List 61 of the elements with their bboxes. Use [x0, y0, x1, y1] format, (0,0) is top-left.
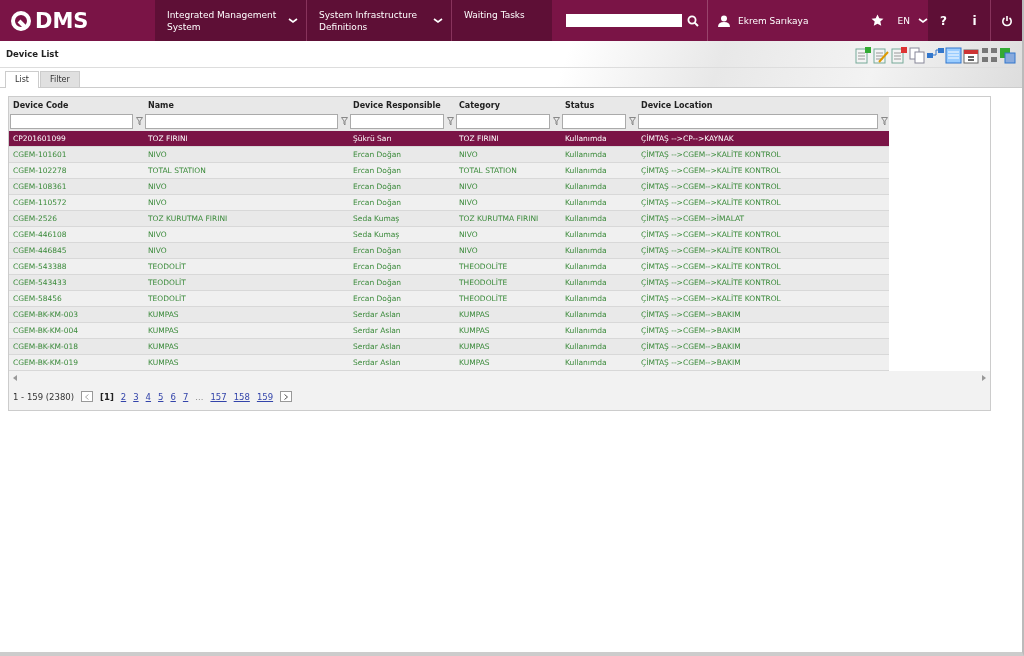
star-icon[interactable] [870, 14, 884, 27]
current-page: [1] [100, 391, 114, 402]
help-button[interactable]: ? [928, 0, 959, 41]
previous-page-button[interactable] [81, 391, 94, 402]
column-header[interactable]: Device Code [9, 97, 144, 113]
search-field[interactable] [566, 14, 682, 27]
page-link[interactable]: 6 [170, 391, 176, 402]
column-header[interactable]: Device Responsible [349, 97, 455, 113]
page-link[interactable]: 5 [158, 391, 164, 402]
user-icon [718, 14, 730, 27]
info-button[interactable]: i [959, 0, 990, 41]
power-icon[interactable] [1000, 14, 1013, 27]
filter-icon[interactable] [881, 117, 888, 126]
tab[interactable]: List [5, 71, 39, 88]
page-title: Device List [6, 49, 59, 59]
filter-icon[interactable] [553, 117, 560, 126]
chevron-left-icon [85, 393, 90, 400]
logo-text: DMS [35, 8, 89, 33]
logo-q-icon [10, 9, 32, 32]
dms-logo[interactable]: DMS [0, 0, 155, 41]
column-header[interactable]: Category [455, 97, 561, 113]
chevron-right-icon [284, 393, 289, 400]
chevron-down-icon [918, 17, 928, 24]
page-link[interactable]: 3 [133, 391, 139, 402]
page-link[interactable]: 159 [256, 391, 274, 402]
column-header[interactable]: Status [561, 97, 637, 113]
filter-field[interactable] [350, 114, 444, 129]
chevron-down-icon [288, 17, 298, 24]
column-header[interactable]: Name [144, 97, 349, 113]
table-delete-icon[interactable] [891, 46, 908, 64]
search-icon[interactable] [687, 14, 699, 27]
filter-field[interactable] [145, 114, 338, 129]
chevron-down-icon [433, 17, 443, 24]
record-count: 1 - 159 (2380) [13, 391, 75, 402]
language-selector[interactable]: EN [897, 15, 910, 26]
page-link[interactable]: 157 [210, 391, 227, 402]
page-link[interactable]: 4 [145, 391, 152, 402]
export-icon[interactable] [999, 46, 1016, 64]
page-link[interactable]: 158 [233, 391, 250, 402]
filter-field[interactable] [10, 114, 133, 129]
filter-icon[interactable] [629, 117, 636, 126]
user-name[interactable]: Ekrem Sarıkaya [738, 15, 809, 26]
next-page-button[interactable] [280, 391, 293, 402]
filter-icon[interactable] [447, 117, 454, 126]
page-link[interactable]: 7 [182, 391, 189, 402]
scroll-right-icon[interactable] [982, 375, 986, 381]
copy-icon[interactable] [909, 46, 926, 64]
scroll-left-icon[interactable] [13, 375, 17, 381]
filter-field[interactable] [562, 114, 626, 129]
filter-field[interactable] [638, 114, 878, 129]
filter-icon[interactable] [136, 117, 143, 126]
tab[interactable]: Filter [40, 71, 80, 87]
column-header[interactable]: Device Location [637, 97, 889, 113]
table-add-icon[interactable] [855, 46, 872, 64]
nav-menu-item[interactable]: Waiting Tasks [452, 0, 552, 41]
page-ellipsis: ... [195, 391, 204, 402]
filter-icon[interactable] [341, 117, 348, 126]
date-icon[interactable] [963, 46, 980, 64]
table-edit-icon[interactable] [873, 46, 890, 64]
page-link[interactable]: 2 [120, 391, 127, 402]
filter-field[interactable] [456, 114, 550, 129]
